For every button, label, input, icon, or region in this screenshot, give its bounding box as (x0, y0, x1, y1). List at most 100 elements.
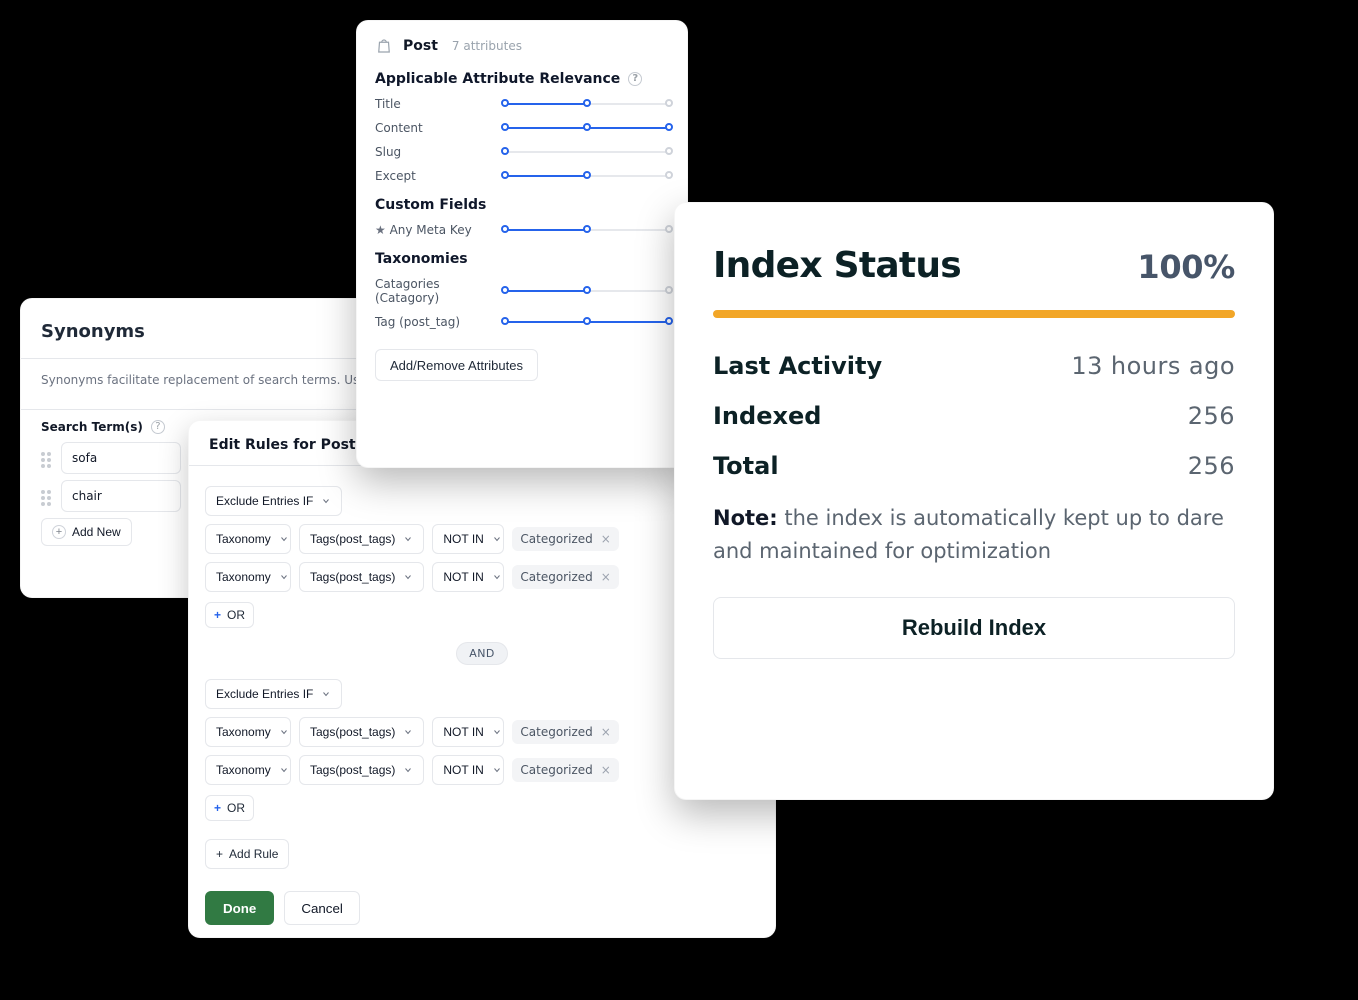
help-icon[interactable]: ? (151, 420, 165, 434)
relevance-slider[interactable] (505, 121, 669, 135)
type-select-label: Taxonomy (216, 570, 271, 584)
term-select-label: Tags(post_tags) (310, 570, 395, 584)
done-button[interactable]: Done (205, 891, 274, 925)
term-select[interactable]: Tags(post_tags) (299, 562, 424, 592)
tag-chip[interactable]: Categorized × (512, 758, 618, 782)
add-new-button[interactable]: + Add New (41, 518, 132, 546)
cancel-button[interactable]: Cancel (284, 891, 360, 925)
slider-handle[interactable] (501, 171, 509, 179)
relevance-slider[interactable] (505, 145, 669, 159)
op-select-label: NOT IN (443, 725, 483, 739)
op-select[interactable]: NOT IN (432, 717, 504, 747)
tag-chip[interactable]: Categorized × (512, 720, 618, 744)
slider-handle[interactable] (665, 171, 673, 179)
op-select-label: NOT IN (443, 763, 483, 777)
chevron-down-icon (403, 727, 413, 737)
tag-chip[interactable]: Categorized × (512, 527, 618, 551)
or-button[interactable]: + OR (205, 602, 254, 628)
slider-handle[interactable] (583, 99, 591, 107)
or-label: OR (227, 801, 245, 815)
add-remove-attributes-button[interactable]: Add/Remove Attributes (375, 349, 538, 381)
slider-handle[interactable] (665, 225, 673, 233)
attribute-row: Slug (375, 145, 669, 159)
chevron-down-icon (279, 572, 289, 582)
slider-handle[interactable] (583, 286, 591, 294)
plus-icon: + (214, 801, 221, 815)
drag-handle-icon[interactable] (41, 490, 53, 502)
type-select[interactable]: Taxonomy (205, 524, 291, 554)
chip-label: Categorized (520, 763, 592, 777)
chevron-down-icon (321, 689, 331, 699)
indexed-value: 256 (1188, 402, 1235, 430)
slider-handle[interactable] (583, 123, 591, 131)
chevron-down-icon (279, 765, 289, 775)
slider-handle[interactable] (501, 286, 509, 294)
attribute-row: Tag (post_tag) (375, 315, 669, 329)
slider-handle[interactable] (665, 147, 673, 155)
slider-handle[interactable] (501, 147, 509, 155)
attribute-row: Any Meta Key (375, 223, 669, 237)
attribute-name: Except (375, 169, 495, 183)
close-icon[interactable]: × (599, 725, 611, 739)
attribute-row: Except (375, 169, 669, 183)
chevron-down-icon (492, 765, 502, 775)
relevance-slider[interactable] (505, 315, 669, 329)
op-select[interactable]: NOT IN (432, 755, 504, 785)
term-input[interactable]: chair (61, 480, 181, 512)
slider-handle[interactable] (583, 225, 591, 233)
close-icon[interactable]: × (599, 763, 611, 777)
drag-handle-icon[interactable] (41, 452, 53, 464)
term-select[interactable]: Tags(post_tags) (299, 524, 424, 554)
exclude-select-label: Exclude Entries IF (216, 687, 313, 701)
chevron-down-icon (321, 496, 331, 506)
term-select[interactable]: Tags(post_tags) (299, 717, 424, 747)
term-select[interactable]: Tags(post_tags) (299, 755, 424, 785)
relevance-slider[interactable] (505, 223, 669, 237)
op-select-label: NOT IN (443, 532, 483, 546)
op-select[interactable]: NOT IN (432, 524, 504, 554)
close-icon[interactable]: × (599, 532, 611, 546)
exclude-select[interactable]: Exclude Entries IF (205, 486, 342, 516)
chip-label: Categorized (520, 725, 592, 739)
relevance-slider[interactable] (505, 169, 669, 183)
attribute-row: Catagories (Catagory) (375, 277, 669, 305)
taxonomies-title: Taxonomies (375, 251, 669, 267)
slider-handle[interactable] (501, 123, 509, 131)
relevance-slider[interactable] (505, 97, 669, 111)
rebuild-index-button[interactable]: Rebuild Index (713, 597, 1235, 659)
attributes-card: Post 7 attributes Applicable Attribute R… (356, 20, 688, 468)
tag-chip[interactable]: Categorized × (512, 565, 618, 589)
slider-handle[interactable] (501, 99, 509, 107)
slider-handle[interactable] (501, 225, 509, 233)
close-icon[interactable]: × (599, 570, 611, 584)
chevron-down-icon (492, 727, 502, 737)
op-select[interactable]: NOT IN (432, 562, 504, 592)
help-icon[interactable]: ? (628, 72, 642, 86)
attribute-name: Tag (post_tag) (375, 315, 495, 329)
type-select[interactable]: Taxonomy (205, 755, 291, 785)
chevron-down-icon (403, 765, 413, 775)
slider-handle[interactable] (583, 317, 591, 325)
slider-handle[interactable] (583, 171, 591, 179)
slider-handle[interactable] (665, 286, 673, 294)
add-rule-button[interactable]: + Add Rule (205, 839, 289, 869)
slider-handle[interactable] (501, 317, 509, 325)
slider-handle[interactable] (665, 99, 673, 107)
attribute-row: Content (375, 121, 669, 135)
relevance-slider[interactable] (505, 284, 669, 298)
or-button[interactable]: + OR (205, 795, 254, 821)
total-label: Total (713, 452, 779, 480)
term-input[interactable]: sofa (61, 442, 181, 474)
type-select[interactable]: Taxonomy (205, 562, 291, 592)
type-select[interactable]: Taxonomy (205, 717, 291, 747)
attributes-entity: Post (403, 38, 438, 54)
plus-icon: + (214, 608, 221, 622)
op-select-label: NOT IN (443, 570, 483, 584)
slider-handle[interactable] (665, 317, 673, 325)
slider-handle[interactable] (665, 123, 673, 131)
chevron-down-icon (492, 534, 502, 544)
exclude-select[interactable]: Exclude Entries IF (205, 679, 342, 709)
chevron-down-icon (279, 727, 289, 737)
plus-icon: + (52, 525, 66, 539)
attribute-name: Catagories (Catagory) (375, 277, 495, 305)
